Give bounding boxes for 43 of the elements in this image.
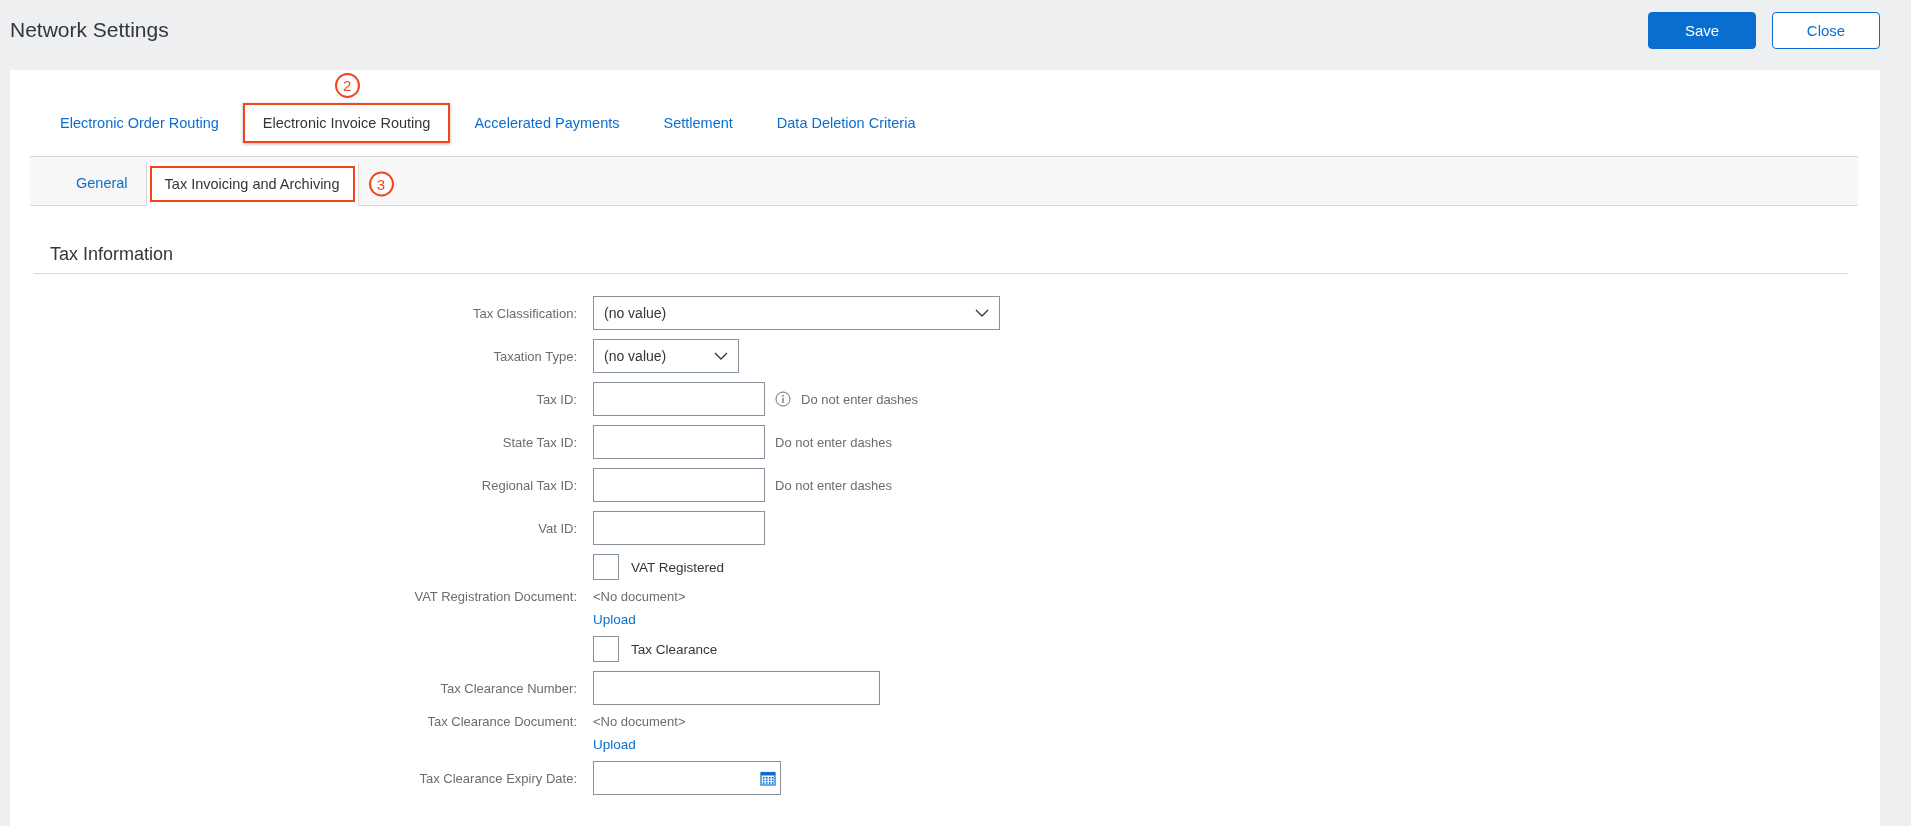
text-input-field[interactable] xyxy=(593,671,880,705)
tab[interactable]: Accelerated Payments xyxy=(454,103,640,143)
callout-number: 3 xyxy=(368,171,394,197)
upload-link[interactable]: Upload xyxy=(593,737,1858,752)
tab[interactable]: Electronic Order Routing xyxy=(40,103,239,143)
subtab[interactable]: General xyxy=(58,161,146,205)
field-label: Regional Tax ID: xyxy=(481,477,577,493)
text-input-field[interactable] xyxy=(593,425,765,459)
field-hint: Do not enter dashes xyxy=(801,391,919,407)
text-input-field[interactable] xyxy=(593,382,765,416)
field-label: Tax Classification: xyxy=(472,305,577,321)
field-label: VAT Registration Document: xyxy=(414,589,577,604)
field-label: Taxation Type: xyxy=(493,348,577,364)
tab[interactable]: Data Deletion Criteria xyxy=(756,103,936,143)
text-input-field[interactable] xyxy=(593,511,765,545)
checkbox[interactable] xyxy=(593,636,619,662)
checkbox-label: Tax Clearance xyxy=(631,641,718,657)
document-status: <No document> xyxy=(593,714,687,729)
tab[interactable]: Settlement xyxy=(643,103,753,143)
section-title: Tax Information xyxy=(34,206,1848,274)
calendar-icon xyxy=(760,770,776,786)
date-input-field[interactable] xyxy=(593,761,781,795)
chevron-down-icon xyxy=(975,309,989,317)
document-status: <No document> xyxy=(593,589,687,604)
field-label: State Tax ID: xyxy=(502,434,577,450)
dropdown-field[interactable]: (no value) xyxy=(593,296,1000,330)
field-label: Vat ID: xyxy=(538,520,577,536)
callout-number: 2 xyxy=(334,73,360,98)
text-input-field[interactable] xyxy=(593,468,765,502)
upload-link[interactable]: Upload xyxy=(593,612,1858,627)
dropdown-field[interactable]: (no value) xyxy=(593,339,739,373)
chevron-down-icon xyxy=(714,352,728,360)
field-label: Tax Clearance Document: xyxy=(427,714,577,729)
checkbox[interactable] xyxy=(593,554,619,580)
field-label: Tax Clearance Number: xyxy=(440,680,577,696)
checkbox-label: VAT Registered xyxy=(631,559,725,575)
field-label: Tax ID: xyxy=(536,391,577,407)
save-button[interactable]: Save xyxy=(1648,11,1756,49)
field-hint: Do not enter dashes xyxy=(775,477,893,493)
page-title: Network Settings xyxy=(10,18,169,42)
close-button[interactable]: Close xyxy=(1772,11,1880,49)
field-label: Tax Clearance Expiry Date: xyxy=(419,770,577,786)
field-hint: Do not enter dashes xyxy=(775,434,893,450)
